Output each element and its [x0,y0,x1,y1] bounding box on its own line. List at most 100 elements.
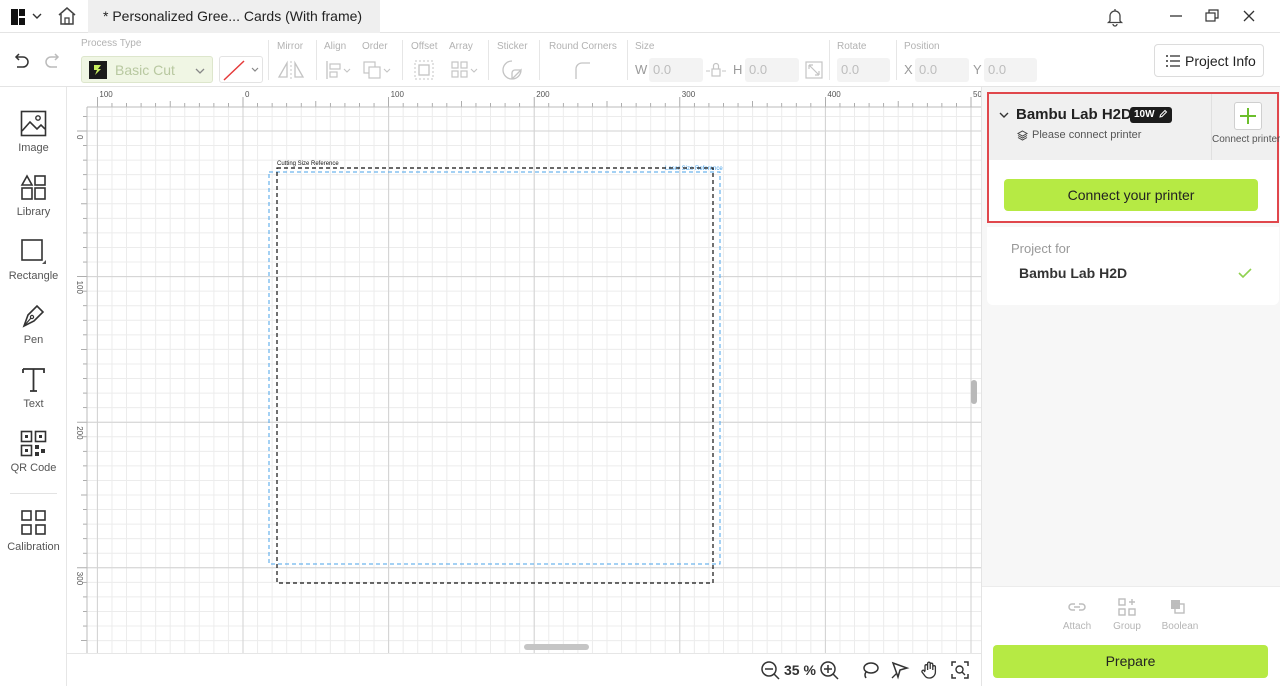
y-axis-label: Y [973,62,982,77]
sidebar-item-label: Calibration [7,541,60,553]
toolbar-separator [539,40,540,80]
position-y-input[interactable]: 0.0 [984,58,1037,82]
right-panel: Bambu Lab H2D 10W Please connect printer… [981,87,1280,686]
sidebar-item-text[interactable]: Text [0,366,67,426]
close-button[interactable] [1238,5,1260,27]
ruler-top-label: 200 [536,90,550,99]
check-icon [1238,268,1252,279]
array-button[interactable] [450,59,478,81]
rectangle-icon [21,239,46,264]
round-corners-button[interactable] [572,59,596,81]
text-icon [22,368,45,392]
resize-icon [805,61,823,79]
project-info-button[interactable]: Project Info [1154,44,1264,77]
document-tab[interactable]: * Personalized Gree... Cards (With frame… [88,0,380,33]
zoom-level[interactable]: 35 % [784,662,816,678]
redo-button[interactable] [41,50,65,72]
project-info-label: Project Info [1185,53,1256,69]
notification-button[interactable] [1105,7,1125,27]
sidebar-item-library[interactable]: Library [0,174,67,234]
boolean-label: Boolean [1161,621,1199,632]
zoom-in-icon [820,661,839,680]
sidebar-item-image[interactable]: Image [0,110,67,170]
sidebar-item-calibration[interactable]: Calibration [0,509,67,569]
power-badge[interactable]: 10W [1130,107,1173,123]
printer-header[interactable]: Bambu Lab H2D 10W Please connect printer… [989,94,1280,160]
pen-icon [22,304,45,328]
zoom-out-icon [761,661,780,680]
sidebar-item-pen[interactable]: Pen [0,302,67,362]
prepare-button[interactable]: Prepare [993,645,1268,678]
horizontal-scrollbar[interactable] [524,644,589,650]
toolbar-separator [268,40,269,80]
home-button[interactable] [56,5,78,27]
zoom-in-button[interactable] [819,660,839,680]
group-button[interactable]: Group [1102,597,1152,632]
sidebar-item-label: Image [18,142,49,154]
lasso-select-button[interactable] [860,660,880,680]
direct-select-button[interactable] [890,660,910,680]
sidebar-item-rectangle[interactable]: Rectangle [0,238,67,298]
design-canvas[interactable]: 100 0 100 200 300 400 500 0 100 200 300 Laser Siz… [67,87,981,653]
app-menu-button[interactable] [10,7,44,27]
round-corners-icon [575,62,590,79]
vertical-scrollbar[interactable] [971,380,977,404]
line-color-select[interactable] [219,56,263,83]
restore-button[interactable] [1201,5,1223,27]
printer-status: Please connect printer [1032,129,1142,141]
left-sidebar: Image Library Rectangle Pen Text QR Code… [0,87,67,686]
connect-printer-button[interactable]: Connect printer [1211,94,1280,160]
width-input[interactable]: 0.0 [649,58,703,82]
rotate-input[interactable]: 0.0 [837,58,890,82]
boolean-button[interactable]: Boolean [1155,597,1205,632]
offset-button[interactable] [413,59,437,81]
list-icon [1166,55,1180,67]
toolbar-separator [627,40,628,80]
sidebar-item-label: Library [16,206,51,218]
pan-button[interactable] [920,660,940,680]
round-corners-label: Round Corners [549,41,617,52]
process-type-select[interactable]: Basic Cut [81,56,213,83]
laser-size-reference-label: Laser Size Reference [665,166,723,172]
lock-ratio-button[interactable] [706,61,726,79]
sidebar-item-qr-code[interactable]: QR Code [0,430,67,490]
canvas-drawing[interactable]: 100 0 100 200 300 400 500 0 100 200 300 Laser Siz… [67,87,981,653]
position-x-input[interactable]: 0.0 [915,58,969,82]
position-label: Position [904,41,940,52]
qr-code-icon [20,430,47,457]
bell-icon [1106,9,1124,27]
app-logo-icon [11,9,42,25]
image-icon [20,110,47,137]
attach-button[interactable]: Attach [1052,597,1102,632]
order-label: Order [362,41,388,52]
lock-icon [706,62,726,77]
title-bar: * Personalized Gree... Cards (With frame… [0,0,1280,33]
connect-your-printer-button[interactable]: Connect your printer [1004,179,1258,211]
close-icon [1243,10,1255,22]
order-icon [363,61,391,79]
printer-name: Bambu Lab H2D [1016,106,1132,123]
height-input[interactable]: 0.0 [745,58,799,82]
sidebar-item-label: Rectangle [8,270,59,282]
undo-button[interactable] [9,50,33,72]
order-button[interactable] [362,59,391,81]
fit-view-button[interactable] [950,660,970,680]
process-type-value: Basic Cut [115,62,175,78]
sticker-button[interactable] [501,59,525,81]
fit-size-button[interactable] [803,59,827,81]
restore-icon [1205,9,1219,22]
chevron-down-icon[interactable] [998,109,1010,121]
ruler-top-label: 500 [973,90,981,99]
chevron-down-icon [195,68,205,74]
basic-cut-icon [89,61,107,79]
minimize-button[interactable] [1165,5,1187,27]
minimize-icon [1170,15,1182,17]
mirror-icon [277,60,305,79]
zoom-out-button[interactable] [760,660,780,680]
sidebar-item-label: Pen [23,334,44,346]
group-icon [1118,598,1136,616]
align-button[interactable] [324,59,351,81]
ruler-left-label: 200 [75,426,84,440]
mirror-button[interactable] [276,59,305,81]
project-printer-name[interactable]: Bambu Lab H2D [1019,265,1127,281]
